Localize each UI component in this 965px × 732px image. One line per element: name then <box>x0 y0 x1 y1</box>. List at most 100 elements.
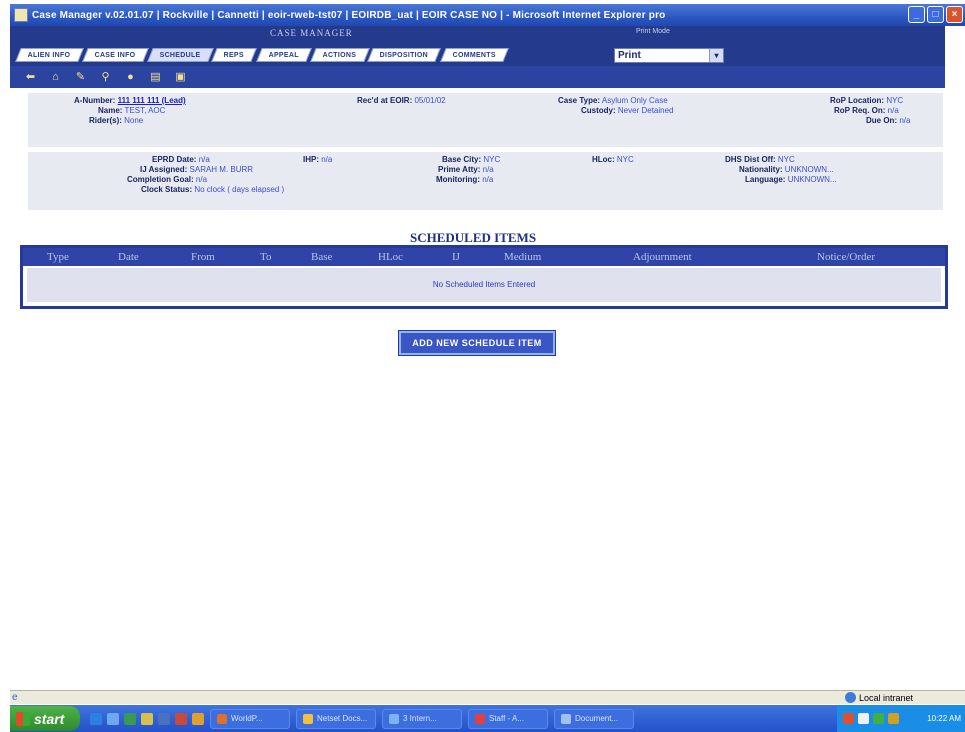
nationality-field: Nationality: UNKNOWN... <box>739 165 834 174</box>
tab-bar: Alien Info Case Info Schedule Reps Appea… <box>15 48 509 62</box>
riders-field: Rider(s): None <box>89 116 143 125</box>
tab-case-info[interactable]: Case Info <box>81 48 149 62</box>
a-number-link[interactable]: 111 111 111 (Lead) <box>118 96 186 105</box>
column-header-notice-order[interactable]: Notice/Order <box>817 251 875 263</box>
completion-goal-label: Completion Goal: <box>127 175 194 184</box>
taskbar-button-intern[interactable]: 3 Intern... <box>382 708 462 729</box>
tab-reps[interactable]: Reps <box>211 48 258 62</box>
tab-appeal[interactable]: Appeal <box>255 48 312 62</box>
custody-label: Custody: <box>581 106 616 115</box>
tray-volume-icon[interactable] <box>888 713 899 724</box>
ij-assigned-value: SARAH M. BURR <box>189 165 254 174</box>
task-label: Document... <box>575 713 619 723</box>
due-on-label: Due On: <box>866 116 898 125</box>
window-titlebar: Case Manager v.02.01.07 | Rockville | Ca… <box>10 4 965 26</box>
column-header-hloc[interactable]: HLoc <box>378 251 403 263</box>
ihp-label: IHP: <box>303 155 319 164</box>
chevron-down-icon[interactable]: ▾ <box>709 49 723 62</box>
ij-assigned-label: IJ Assigned: <box>140 165 188 174</box>
column-header-type[interactable]: Type <box>47 251 69 263</box>
notepad-icon[interactable]: ▤ <box>149 71 162 84</box>
column-header-medium[interactable]: Medium <box>504 251 541 263</box>
case-type-label: Case Type: <box>558 96 601 105</box>
clock-status-label: Clock Status: <box>141 185 193 194</box>
column-header-to[interactable]: To <box>260 251 271 263</box>
taskbar-button-worldp[interactable]: WorldP... <box>210 708 290 729</box>
minimize-button[interactable]: _ <box>908 6 925 23</box>
language-field: Language: UNKNOWN... <box>745 175 837 184</box>
scheduled-items-empty-message: No Scheduled Items Entered <box>27 268 941 302</box>
system-tray: 10:22 AM <box>837 705 965 732</box>
tray-network-icon[interactable] <box>858 713 869 724</box>
language-value: UNKNOWN... <box>787 175 837 184</box>
tray-security-icon[interactable] <box>873 713 884 724</box>
ihp-field: IHP: n/a <box>303 155 332 164</box>
column-header-date[interactable]: Date <box>118 251 139 263</box>
tab-disposition[interactable]: Disposition <box>367 48 442 62</box>
base-city-value: NYC <box>483 155 501 164</box>
desktop-quicklaunch-icon[interactable] <box>124 712 136 725</box>
tab-comments[interactable]: Comments <box>440 48 509 62</box>
tab-schedule[interactable]: Schedule <box>146 48 214 62</box>
task-label: 3 Intern... <box>403 713 437 723</box>
add-new-schedule-item-button[interactable]: Add New Schedule Item <box>399 331 555 355</box>
app-quicklaunch-icon[interactable] <box>158 712 170 725</box>
print-mode-label: Print Mode <box>636 28 670 35</box>
hloc-field: HLoc: NYC <box>592 155 634 164</box>
close-button[interactable]: × <box>946 6 963 23</box>
tab-label: Appeal <box>268 52 299 59</box>
tray-clock: 10:22 AM <box>927 714 961 723</box>
window-controls: _ □ × <box>908 6 963 23</box>
taskbar-button-netset[interactable]: Netset Docs... <box>296 708 376 729</box>
tray-app-icon[interactable] <box>843 713 854 724</box>
task-label: WorldP... <box>231 713 263 723</box>
tab-alien-info[interactable]: Alien Info <box>15 48 84 62</box>
case-summary-panel: A-Number: 111 111 111 (Lead) Name: TEST,… <box>28 93 943 147</box>
maximize-button[interactable]: □ <box>927 6 944 23</box>
taskbar: start WorldP... Netset Docs... 3 Intern.… <box>10 705 965 732</box>
nationality-label: Nationality: <box>739 165 783 174</box>
app-window-icon <box>475 713 485 724</box>
home-icon[interactable]: ⌂ <box>49 71 62 84</box>
tab-label: Disposition <box>380 52 429 59</box>
taskbar-button-document[interactable]: Document... <box>554 708 634 729</box>
print-mode-select[interactable]: Print ▾ <box>614 48 724 63</box>
nationality-value: UNKNOWN... <box>784 165 834 174</box>
window-title: Case Manager v.02.01.07 | Rockville | Ca… <box>32 9 666 21</box>
tool-quicklaunch-icon[interactable] <box>192 712 204 725</box>
search-icon[interactable]: ⚲ <box>99 71 112 84</box>
column-header-from[interactable]: From <box>191 251 215 263</box>
due-on-field: Due On: n/a <box>866 116 910 125</box>
tab-actions[interactable]: Actions <box>310 48 370 62</box>
name-value: TEST, AOC <box>124 106 166 115</box>
prime-atty-label: Prime Atty: <box>438 165 481 174</box>
prime-atty-field: Prime Atty: n/a <box>438 165 494 174</box>
start-button[interactable]: start <box>10 706 80 731</box>
document-icon[interactable]: ▣ <box>174 71 187 84</box>
name-field: Name: TEST, AOC <box>98 106 165 115</box>
eprd-label: EPRD Date: <box>152 155 197 164</box>
taskbar-button-staff[interactable]: Staff - A... <box>468 708 548 729</box>
quick-launch <box>90 712 204 725</box>
folder-quicklaunch-icon[interactable] <box>141 712 153 725</box>
ie-quicklaunch-icon[interactable] <box>90 712 102 725</box>
column-header-adjournment[interactable]: Adjournment <box>633 251 692 263</box>
lightbulb-icon[interactable]: ● <box>124 71 137 84</box>
tab-label: Reps <box>224 52 245 59</box>
outlook-quicklaunch-icon[interactable] <box>107 712 119 725</box>
column-header-base[interactable]: Base <box>311 251 332 263</box>
ij-assigned-field: IJ Assigned: SARAH M. BURR <box>140 165 253 174</box>
column-header-ij[interactable]: IJ <box>452 251 460 263</box>
edit-icon[interactable]: ✎ <box>74 71 87 84</box>
prime-atty-value: n/a <box>482 165 494 174</box>
back-arrow-icon[interactable]: ⬅ <box>24 71 37 84</box>
scheduled-items-title: SCHEDULED ITEMS <box>410 230 537 245</box>
tab-label: Schedule <box>159 52 201 59</box>
media-quicklaunch-icon[interactable] <box>175 712 187 725</box>
dhs-dist-off-label: DHS Dist Off: <box>725 155 776 164</box>
scheduled-items-table: Type Date From To Base HLoc IJ Medium Ad… <box>20 245 948 309</box>
custody-field: Custody: Never Detained <box>581 106 674 115</box>
rop-location-field: RoP Location: NYC <box>830 96 903 105</box>
ie-window-icon <box>389 713 399 724</box>
task-label: Netset Docs... <box>317 713 368 723</box>
